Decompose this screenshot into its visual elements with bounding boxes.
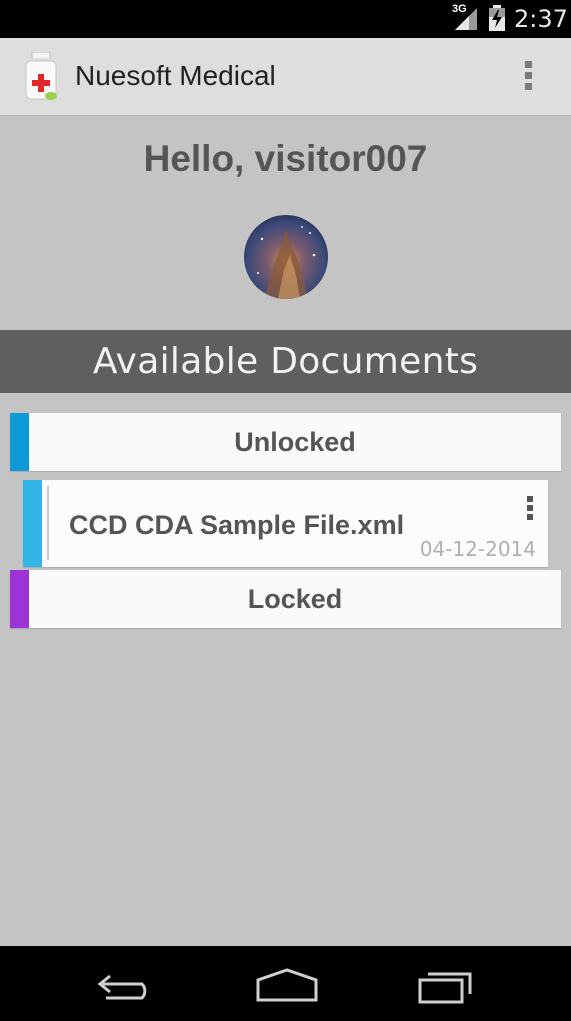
avatar-image <box>244 215 328 299</box>
status-clock: 2:37 <box>514 5 568 33</box>
group-locked[interactable]: Locked <box>10 570 561 628</box>
more-vert-icon <box>527 496 533 502</box>
navigation-bar <box>0 946 571 1021</box>
group-accent-bar <box>10 413 29 471</box>
action-bar: Nuesoft Medical <box>0 38 571 116</box>
signal-icon <box>455 8 477 30</box>
group-unlocked[interactable]: Unlocked <box>10 413 561 471</box>
back-icon[interactable] <box>92 962 162 1006</box>
status-bar: 3G 2:37 <box>0 0 571 38</box>
document-item[interactable]: CCD CDA Sample File.xml 04-12-2014 <box>23 480 548 567</box>
greeting-title: Hello, visitor007 <box>143 138 428 179</box>
group-label-unlocked: Unlocked <box>234 427 356 457</box>
more-vert-icon <box>524 61 532 68</box>
battery-icon <box>489 5 505 31</box>
recents-icon[interactable] <box>412 962 482 1006</box>
app-title: Nuesoft Medical <box>75 60 276 91</box>
document-name: CCD CDA Sample File.xml <box>69 510 405 540</box>
document-divider <box>47 486 49 560</box>
document-date: 04-12-2014 <box>419 537 536 561</box>
group-accent-bar <box>10 570 29 628</box>
home-icon[interactable] <box>252 962 322 1006</box>
avatar[interactable] <box>244 215 328 299</box>
medicine-bottle-icon <box>25 52 57 100</box>
overflow-menu-button[interactable] <box>516 58 540 96</box>
section-header-available-documents: Available Documents <box>0 330 571 393</box>
document-accent-bar <box>23 480 42 567</box>
group-label-locked: Locked <box>247 584 343 614</box>
document-more-button[interactable] <box>525 496 535 522</box>
